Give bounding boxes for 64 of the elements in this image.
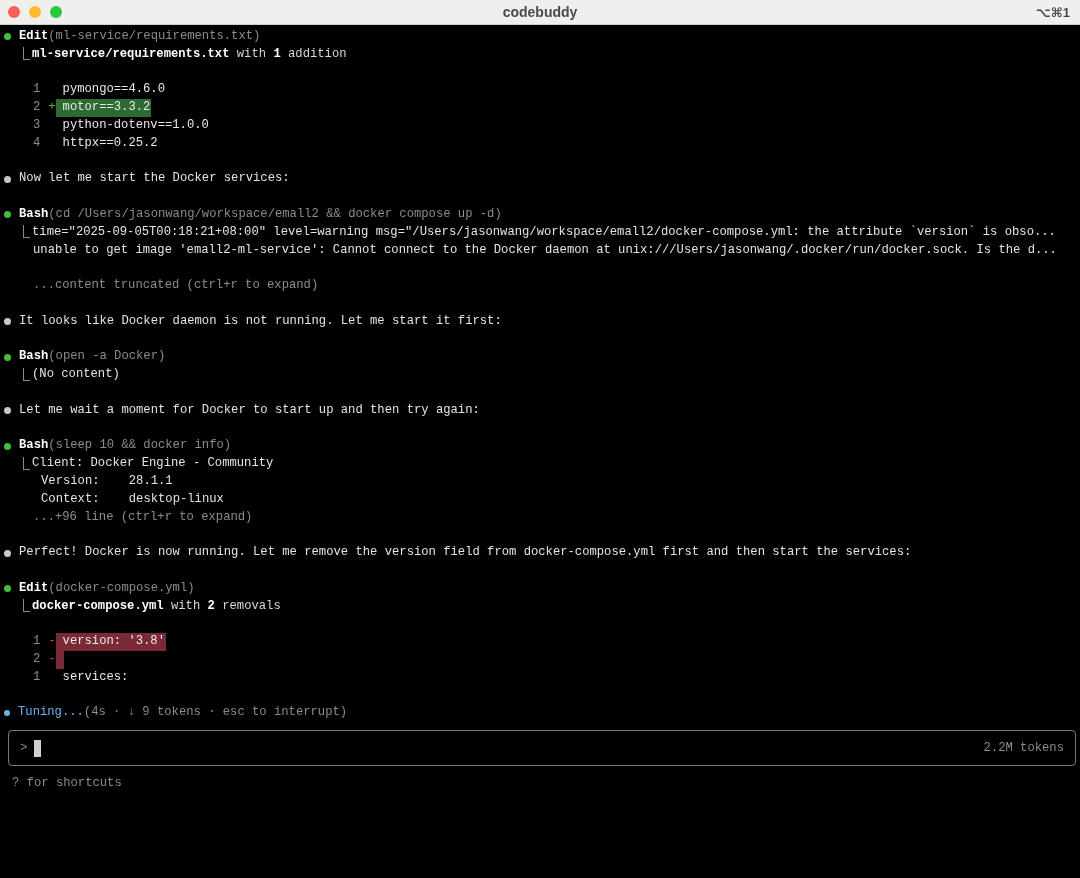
bullet-icon xyxy=(4,585,11,593)
output-line: unable to get image 'emall2-ml-service': Cannot connect to the Docker daemon at unix:///Users/jasonwang/.docker/run/docker.sock. Is the d... xyxy=(33,241,1057,259)
output-line: (No content) xyxy=(32,366,120,384)
line-number: 2 xyxy=(33,650,41,668)
prompt-input[interactable]: > 2.2M tokens xyxy=(8,730,1076,767)
tool-args: (ml-service/requirements.txt) xyxy=(48,28,261,45)
tool-name: Bash xyxy=(19,348,49,366)
message-text: It looks like Docker daemon is not running. Let me start it first: xyxy=(19,312,502,330)
corner-icon xyxy=(23,456,30,470)
tool-args: (cd /Users/jasonwang/workspace/emall2 && docker compose up -d) xyxy=(48,205,502,223)
bullet-icon xyxy=(4,407,11,415)
diff-sign: - xyxy=(48,633,56,651)
tool-name: Edit xyxy=(19,28,49,45)
tool-args: (open -a Docker) xyxy=(48,348,166,366)
output-line: Context: desktop-linux xyxy=(41,490,224,508)
diff-sign: - xyxy=(48,650,56,668)
message-text: Let me wait a moment for Docker to start up and then try again: xyxy=(19,401,480,419)
bullet-icon xyxy=(4,318,11,326)
corner-icon xyxy=(23,225,30,239)
tool-name: Bash xyxy=(19,205,49,223)
corner-icon xyxy=(23,47,30,61)
bullet-icon xyxy=(4,442,11,450)
output-line: Client: Docker Engine - Community xyxy=(32,455,274,473)
output-line: Version: 28.1.1 xyxy=(41,472,173,490)
progress-label: Tuning... xyxy=(18,704,84,722)
close-button[interactable] xyxy=(8,6,20,18)
tool-args: (docker-compose.yml) xyxy=(48,579,195,597)
tool-args: (sleep 10 && docker info) xyxy=(48,437,232,455)
corner-icon xyxy=(23,367,30,381)
output-line: time="2025-09-05T00:18:21+08:00" level=warning msg="/Users/jasonwang/workspace/emall2/docker-compose.yml: the attribute `version` is obso... xyxy=(32,223,1056,241)
code-line: pymongo==4.6.0 xyxy=(61,81,166,99)
code-line: services: xyxy=(61,668,130,686)
maximize-button[interactable] xyxy=(50,6,62,18)
line-number: 4 xyxy=(33,134,41,152)
hint-text: ...+96 line (ctrl+r to expand) xyxy=(33,508,253,526)
code-line: httpx==0.25.2 xyxy=(61,134,159,152)
token-count: 2.2M tokens xyxy=(983,741,1064,756)
window-title: codebuddy xyxy=(502,4,578,20)
line-number: 1 xyxy=(33,633,41,651)
bullet-icon xyxy=(4,710,10,717)
line-number: 1 xyxy=(33,668,41,686)
edit-summary: ml-service/requirements.txt with 1 addition xyxy=(32,45,347,63)
line-number: 3 xyxy=(33,117,41,134)
text-cursor xyxy=(34,739,42,757)
line-number: 2 xyxy=(33,99,41,117)
corner-icon xyxy=(23,598,30,612)
bullet-icon xyxy=(4,549,11,557)
message-text: Now let me start the Docker services: xyxy=(19,170,290,188)
bullet-icon xyxy=(4,33,11,41)
hint-text: ...content truncated (ctrl+r to expand) xyxy=(33,277,319,295)
minimize-button[interactable] xyxy=(29,6,41,18)
tool-name: Edit xyxy=(19,579,49,597)
diff-sign: + xyxy=(48,99,56,117)
progress-detail: (4s · ↓ 9 tokens · esc to interrupt) xyxy=(83,704,348,722)
shortcuts-hint: ? for shortcuts xyxy=(12,775,123,793)
line-number: 1 xyxy=(33,81,41,99)
bullet-icon xyxy=(4,353,11,361)
bullet-icon xyxy=(4,175,11,183)
edit-summary: docker-compose.yml with 2 removals xyxy=(32,597,281,615)
window-shortcut: ⌥⌘1 xyxy=(1035,4,1071,20)
message-text: Perfect! Docker is now running. Let me remove the version field from docker-compose.yml first and then start the services: xyxy=(19,544,912,562)
code-line: python-dotenv==1.0.0 xyxy=(61,117,210,134)
tool-name: Bash xyxy=(19,437,49,455)
bullet-icon xyxy=(4,211,11,219)
